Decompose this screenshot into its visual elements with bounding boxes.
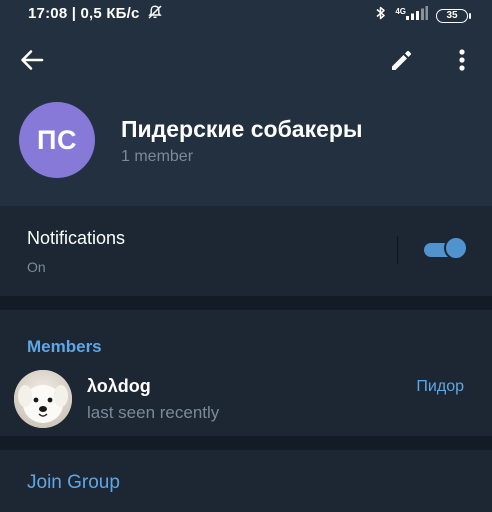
battery-icon: 35 [436,8,471,23]
status-time-speed: 17:08 | 0,5 КБ/с [28,4,163,24]
back-arrow-icon [21,50,44,70]
edit-button[interactable] [388,46,416,74]
section-gap [0,296,492,310]
more-options-button[interactable] [450,46,474,74]
pencil-icon [392,50,412,70]
member-last-seen: last seen recently [87,403,220,422]
notifications-title: Notifications [27,228,126,248]
group-name: Пидерские собакеры [121,116,363,142]
member-list-item[interactable]: λολdog last seen recently Пидор [0,368,492,436]
section-gap [0,436,492,450]
toggle-knob [444,236,468,260]
join-group-row[interactable]: Join Group [0,450,492,512]
notifications-toggle[interactable] [424,236,468,262]
status-time-text: 17:08 | 0,5 КБ/с [28,4,140,22]
member-role-badge: Пидор [416,378,464,395]
notifications-state: On [27,259,46,275]
member-name: λολdog [87,376,151,396]
join-group-button[interactable]: Join Group [27,472,120,494]
group-avatar[interactable]: ПС [19,102,95,178]
network-type-label: 4G [395,6,406,16]
status-bar: 17:08 | 0,5 КБ/с 4G 35 [0,0,492,28]
bluetooth-icon [375,5,387,26]
battery-level: 35 [446,9,458,21]
notifications-row[interactable]: Notifications On [0,206,492,296]
dog-photo-icon [14,370,72,428]
do-not-disturb-icon [147,4,163,24]
members-heading: Members [27,337,102,356]
divider [397,236,398,264]
group-header: ПС Пидерские собакеры 1 member [0,28,492,206]
status-icons: 4G 35 [375,5,471,26]
group-member-count: 1 member [121,148,194,165]
group-info-screen: 17:08 | 0,5 КБ/с 4G 35 ПС Пидерские соба… [0,0,492,512]
back-button[interactable] [18,46,46,74]
members-section: Members λολdog last seen recently Пидор [0,310,492,436]
more-vertical-icon [459,49,465,71]
member-avatar [14,370,72,428]
signal-icon [406,6,428,25]
group-avatar-initials: ПС [37,124,77,155]
